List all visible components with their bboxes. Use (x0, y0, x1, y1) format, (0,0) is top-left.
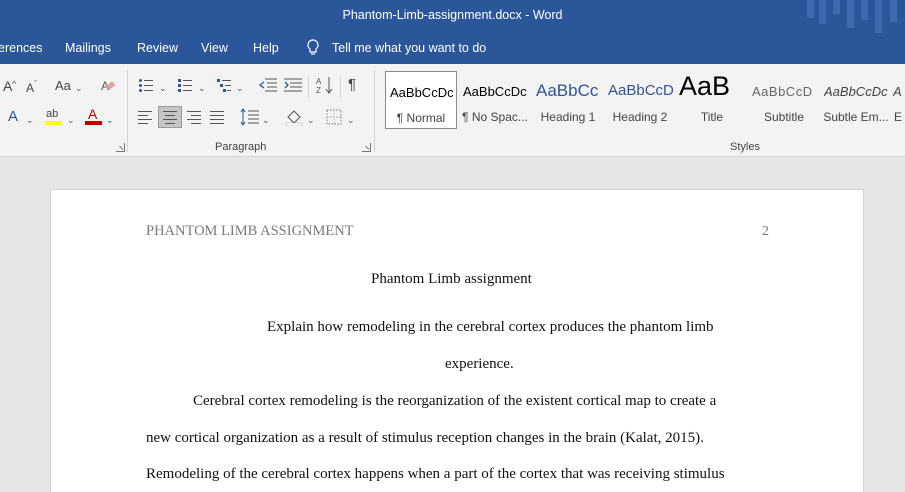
styles-gallery: AaBbCcDc ¶ Normal AaBbCcDc ¶ No Spac... … (383, 69, 905, 131)
question-line[interactable]: Explain how remodeling in the cerebral c… (267, 319, 714, 336)
bullets-button[interactable] (139, 78, 153, 92)
style-subtle-emphasis[interactable]: AaBbCcDc Subtle Em... (820, 71, 892, 129)
separator (308, 76, 309, 98)
tab-help[interactable]: Help (253, 41, 279, 55)
style-sample: A (893, 84, 902, 99)
shading-icon[interactable] (285, 108, 303, 126)
style-name: E (894, 110, 903, 124)
body-line[interactable]: Remodeling of the cerebral cortex happen… (146, 466, 725, 483)
page-header[interactable]: PHANTOM LIMB ASSIGNMENT (146, 223, 354, 240)
lightbulb-icon (307, 39, 319, 55)
chevron-down-icon: ⌄ (347, 115, 355, 125)
tell-me-box[interactable]: Tell me what you want to do (306, 39, 486, 57)
ribbon: A ^ A ˇ Aa ⌄ A A ⌄ ab ⌄ A ⌄ ⌄ ⌄ ⌄ A Z ¶ … (0, 64, 905, 157)
style-sample: AaB (679, 71, 731, 101)
tab-mailings[interactable]: Mailings (65, 41, 111, 55)
borders-icon[interactable] (326, 109, 342, 125)
align-right-button[interactable] (187, 111, 201, 124)
styles-group-label: Styles (730, 141, 760, 153)
chevron-down-icon: ⌄ (236, 83, 244, 93)
grow-font-arrow-icon: ^ (12, 79, 17, 89)
show-marks-button[interactable]: ¶ (348, 77, 356, 93)
style-name: Heading 2 (612, 110, 668, 124)
chevron-down-icon: ⌄ (307, 115, 315, 125)
highlight-pen-icon: ab (46, 108, 59, 120)
shrink-font-arrow-icon: ˇ (34, 79, 37, 89)
font-color-icon: A (88, 106, 98, 122)
style-normal[interactable]: AaBbCcDc ¶ Normal (385, 71, 457, 129)
multilevel-list-button[interactable] (217, 78, 231, 92)
paragraph-group-label: Paragraph (215, 141, 267, 153)
style-sample: AaBbCcDc (824, 84, 888, 99)
document-area[interactable]: PHANTOM LIMB ASSIGNMENT 2 Phantom Limb a… (0, 157, 905, 492)
shrink-font-button[interactable]: A (26, 80, 34, 96)
font-color-button[interactable]: A (85, 106, 103, 126)
decrease-indent-icon[interactable] (259, 78, 277, 92)
style-emphasis[interactable]: A E (892, 71, 905, 129)
highlight-swatch (45, 121, 62, 125)
style-heading-2[interactable]: AaBbCcD Heading 2 (604, 71, 676, 129)
style-name: Title (700, 110, 724, 124)
justify-button[interactable] (210, 111, 224, 124)
body-line[interactable]: new cortical organization as a result of… (146, 430, 704, 447)
style-title[interactable]: AaB Title (676, 71, 748, 129)
window-title: Phantom-Limb-assignment.docx - Word (342, 8, 563, 22)
sort-icon[interactable]: A Z (316, 76, 334, 94)
style-sample: AaBbCc (536, 81, 599, 100)
align-left-button[interactable] (138, 111, 152, 124)
style-heading-1[interactable]: AaBbCc Heading 1 (532, 71, 604, 129)
svg-text:Z: Z (316, 86, 321, 94)
chevron-down-icon: ⌄ (26, 115, 34, 125)
text-effects-button[interactable]: A (8, 109, 18, 125)
style-subtitle[interactable]: AaBbCcD Subtitle (748, 71, 820, 129)
font-dialog-launcher[interactable] (116, 143, 125, 152)
question-line[interactable]: experience. (445, 356, 514, 373)
font-color-swatch (85, 121, 102, 125)
style-sample: AaBbCcD (608, 82, 674, 99)
style-name: Subtle Em... (823, 110, 889, 124)
tab-view[interactable]: View (201, 41, 228, 55)
style-sample: AaBbCcD (752, 84, 813, 99)
tell-me-text: Tell me what you want to do (332, 41, 487, 55)
grow-font-button[interactable]: A (3, 78, 12, 94)
style-name: Heading 1 (540, 110, 596, 124)
svg-text:A: A (316, 77, 322, 86)
style-sample: AaBbCcDc (390, 85, 454, 100)
increase-indent-icon[interactable] (284, 78, 302, 92)
style-no-spacing[interactable]: AaBbCcDc ¶ No Spac... (459, 71, 531, 129)
chevron-down-icon: ⌄ (75, 83, 83, 93)
change-case-button[interactable]: Aa (55, 78, 71, 94)
document-title[interactable]: Phantom Limb assignment (371, 271, 532, 288)
numbering-button[interactable] (178, 78, 192, 92)
style-name: ¶ Normal (396, 111, 446, 125)
line-spacing-icon[interactable] (240, 108, 260, 126)
group-separator (374, 70, 375, 152)
title-bar: Phantom-Limb-assignment.docx - Word (0, 0, 905, 33)
clear-formatting-icon[interactable]: A (100, 78, 116, 94)
body-line[interactable]: Cerebral cortex remodeling is the reorga… (193, 393, 716, 410)
chevron-down-icon: ⌄ (106, 115, 114, 125)
chevron-down-icon: ⌄ (198, 83, 206, 93)
chevron-down-icon: ⌄ (262, 115, 270, 125)
ribbon-tabs: erences Mailings Review View Help Tell m… (0, 33, 905, 64)
style-name: Subtitle (763, 110, 805, 124)
style-name: ¶ No Spac... (462, 110, 528, 124)
paragraph-dialog-launcher[interactable] (362, 143, 371, 152)
group-separator (127, 70, 128, 152)
align-center-button[interactable] (163, 111, 177, 124)
highlight-color-button[interactable]: ab (45, 106, 63, 126)
page-number: 2 (762, 224, 769, 239)
tab-review[interactable]: Review (137, 41, 178, 55)
chevron-down-icon: ⌄ (159, 83, 167, 93)
chevron-down-icon: ⌄ (67, 115, 75, 125)
separator (340, 76, 341, 98)
document-page[interactable]: PHANTOM LIMB ASSIGNMENT 2 Phantom Limb a… (50, 189, 864, 492)
style-sample: AaBbCcDc (463, 84, 527, 99)
tab-references[interactable]: erences (0, 41, 42, 55)
titlebar-pattern (795, 0, 905, 33)
